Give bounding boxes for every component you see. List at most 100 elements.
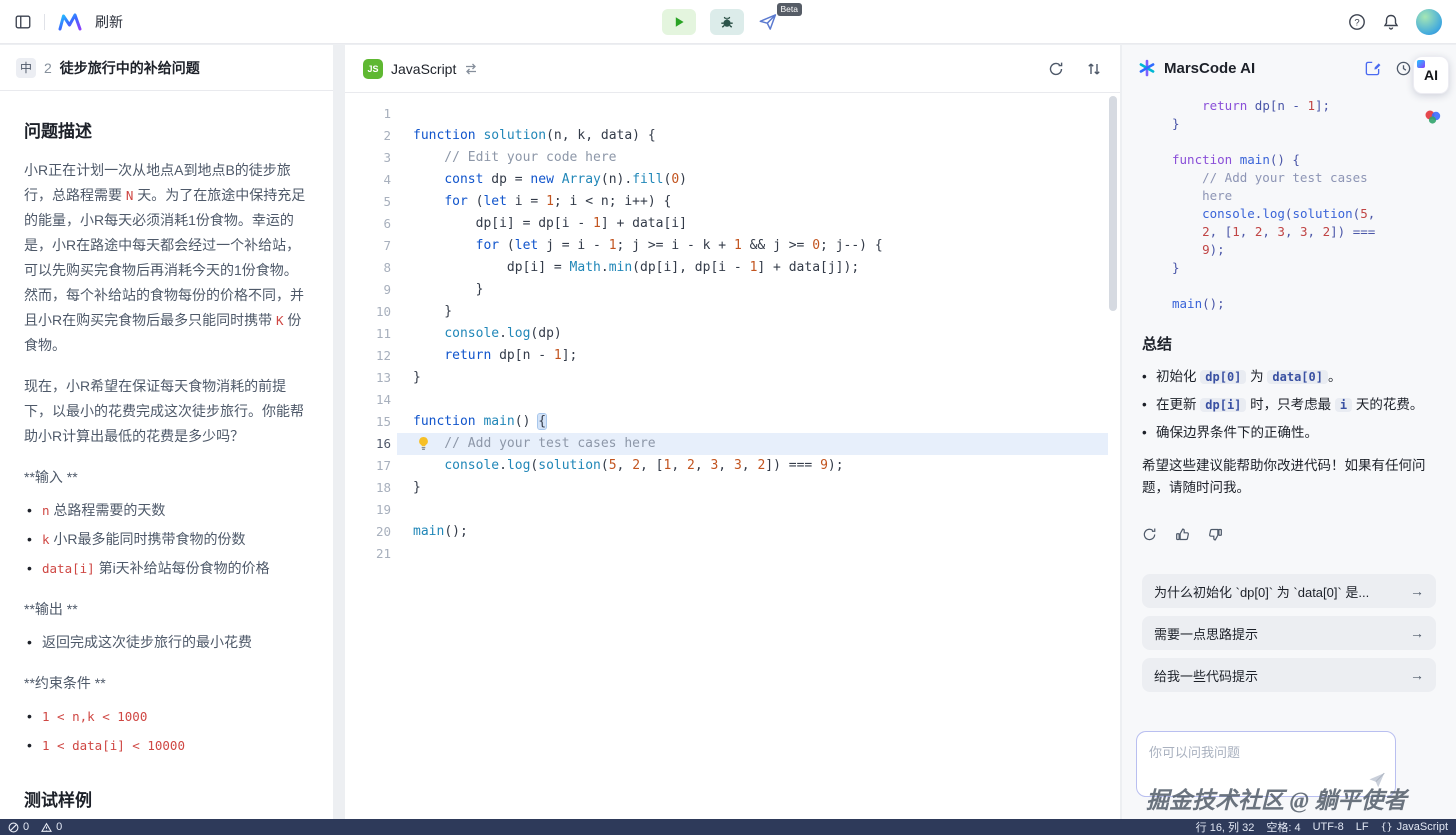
code-line-10: }: [1150, 259, 1436, 277]
inline-code: data[i]: [42, 561, 95, 576]
diff-view-icon[interactable]: [1086, 61, 1102, 77]
code-line-18[interactable]: 18}: [345, 477, 1120, 499]
switch-language-icon[interactable]: [464, 62, 478, 76]
notifications-bell-icon[interactable]: [1382, 13, 1400, 31]
code-line-15[interactable]: 15function main() {: [345, 411, 1120, 433]
code-line-20[interactable]: 20main();: [345, 521, 1120, 543]
line-number[interactable]: 14: [345, 389, 391, 411]
code-line-19[interactable]: 19: [345, 499, 1120, 521]
line-number[interactable]: 9: [345, 279, 391, 301]
arrow-right-icon: →: [1410, 583, 1424, 599]
suggestion-chip[interactable]: 给我一些代码提示→: [1142, 658, 1436, 692]
indent-setting[interactable]: 空格: 4: [1266, 819, 1300, 835]
line-number[interactable]: 11: [345, 323, 391, 345]
suggestion-chip[interactable]: 为什么初始化 `dp[0]` 为 `data[0]` 是...→: [1142, 574, 1436, 608]
problem-number: 2: [44, 60, 52, 76]
new-chat-icon[interactable]: [1364, 60, 1381, 77]
code-line-17[interactable]: 17 console.log(solution(5, 2, [1, 2, 3, …: [345, 455, 1120, 477]
summary-item: 初始化 dp[0] 为 data[0]。: [1142, 366, 1436, 388]
reset-code-icon[interactable]: [1048, 61, 1064, 77]
line-number[interactable]: 20: [345, 521, 391, 543]
encoding[interactable]: UTF-8: [1313, 821, 1344, 833]
description-paragraphs: 小R正在计划一次从地点A到地点B的徒步旅行，总路程需要 N 天。为了在旅途中保持…: [24, 158, 309, 449]
code-line-14[interactable]: 14: [345, 389, 1120, 411]
line-number[interactable]: 2: [345, 125, 391, 147]
code-line-3[interactable]: 3 // Edit your code here: [345, 147, 1120, 169]
line-number[interactable]: 15: [345, 411, 391, 433]
warnings-status[interactable]: 0: [41, 821, 62, 833]
suggestion-chip-label: 需要一点思路提示: [1154, 624, 1258, 643]
code-line-8[interactable]: 8 dp[i] = Math.min(dp[i], dp[i - 1] + da…: [345, 257, 1120, 279]
line-number[interactable]: 12: [345, 345, 391, 367]
help-icon[interactable]: ?: [1348, 13, 1366, 31]
cursor-position[interactable]: 行 16, 列 32: [1196, 819, 1255, 835]
javascript-file-icon: JS: [363, 59, 383, 79]
bug-icon: [719, 14, 735, 30]
line-number[interactable]: 1: [345, 103, 391, 125]
line-number[interactable]: 13: [345, 367, 391, 389]
code-editor[interactable]: 1 2function solution(n, k, data) {3 // E…: [345, 93, 1120, 819]
code-line-16[interactable]: 16 // Add your test cases here: [345, 433, 1120, 455]
language-mode[interactable]: {} JavaScript: [1381, 821, 1448, 833]
line-number[interactable]: 5: [345, 191, 391, 213]
code-line-2[interactable]: 2function solution(n, k, data) {: [345, 125, 1120, 147]
ai-assistant-fab[interactable]: AI: [1413, 56, 1449, 94]
line-number[interactable]: 16: [345, 433, 391, 455]
regenerate-icon[interactable]: [1142, 527, 1157, 542]
submit-button[interactable]: Beta: [758, 12, 794, 32]
floating-extension-icon[interactable]: [1423, 107, 1443, 127]
code-line-21[interactable]: 21: [345, 543, 1120, 565]
constraint-item: 1 < data[i] < 10000: [24, 731, 309, 760]
inline-code: K: [276, 313, 284, 328]
code-line-1[interactable]: 1: [345, 103, 1120, 125]
constraint-item: 1 < n,k < 1000: [24, 702, 309, 731]
line-number[interactable]: 17: [345, 455, 391, 477]
line-number[interactable]: 7: [345, 235, 391, 257]
marscode-logo-icon: [57, 12, 83, 32]
history-icon[interactable]: [1395, 60, 1412, 77]
line-number[interactable]: 21: [345, 543, 391, 565]
summary-item: 在更新 dp[i] 时，只考虑最 i 天的花费。: [1142, 394, 1436, 416]
line-number[interactable]: 4: [345, 169, 391, 191]
inline-code: N: [126, 188, 134, 203]
line-number[interactable]: 18: [345, 477, 391, 499]
divider: [44, 14, 45, 30]
debug-button[interactable]: [710, 9, 744, 35]
errors-status[interactable]: 0: [8, 821, 29, 833]
refresh-button[interactable]: 刷新: [95, 12, 123, 32]
eol-setting[interactable]: LF: [1356, 821, 1369, 833]
input-item: data[i] 第i天补给站每份食物的价格: [24, 554, 309, 583]
line-number[interactable]: 3: [345, 147, 391, 169]
line-number[interactable]: 10: [345, 301, 391, 323]
code-line-12[interactable]: 12 return dp[n - 1];: [345, 345, 1120, 367]
send-icon[interactable]: [1367, 770, 1387, 790]
code-line-13[interactable]: 13}: [345, 367, 1120, 389]
code-line-5[interactable]: 5 for (let i = 1; i < n; i++) {: [345, 191, 1120, 213]
language-mode-label: JavaScript: [1397, 821, 1448, 833]
editor-scrollbar-thumb[interactable]: [1109, 96, 1117, 311]
run-button[interactable]: [662, 9, 696, 35]
play-icon: [672, 15, 686, 29]
code-line-10[interactable]: 10 }: [345, 301, 1120, 323]
suggestion-chip-label: 给我一些代码提示: [1154, 666, 1258, 685]
ask-input[interactable]: [1149, 742, 1383, 780]
thumbs-down-icon[interactable]: [1208, 527, 1223, 542]
code-line-4[interactable]: 4 const dp = new Array(n).fill(0): [345, 169, 1120, 191]
code-line-7[interactable]: 7 for (let j = i - 1; j >= i - k + 1 && …: [345, 235, 1120, 257]
line-number[interactable]: 19: [345, 499, 391, 521]
editor-scrollbar[interactable]: [1109, 96, 1117, 815]
sidebar-toggle-icon[interactable]: [14, 13, 32, 31]
code-line-11[interactable]: 11 console.log(dp): [345, 323, 1120, 345]
code-line-9[interactable]: 9 }: [345, 279, 1120, 301]
quick-fix-bulb-icon[interactable]: [417, 436, 430, 451]
language-label: JavaScript: [391, 61, 456, 77]
svg-text:?: ?: [1354, 17, 1359, 28]
line-number[interactable]: 6: [345, 213, 391, 235]
line-number[interactable]: 8: [345, 257, 391, 279]
error-circle-icon: [8, 822, 19, 833]
topbar-center: Beta: [662, 0, 794, 44]
user-avatar[interactable]: [1416, 9, 1442, 35]
thumbs-up-icon[interactable]: [1175, 527, 1190, 542]
code-line-6[interactable]: 6 dp[i] = dp[i - 1] + data[i]: [345, 213, 1120, 235]
suggestion-chip[interactable]: 需要一点思路提示→: [1142, 616, 1436, 650]
